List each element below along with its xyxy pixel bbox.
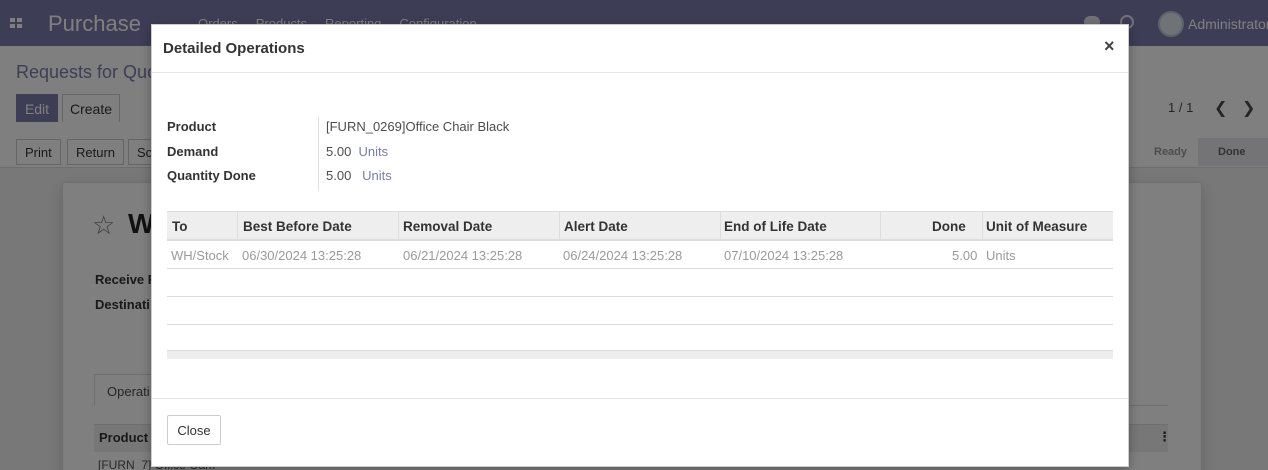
dialog-header: Detailed Operations × bbox=[152, 25, 1128, 73]
demand-uom: Units bbox=[358, 144, 389, 159]
quantity-done-qty[interactable]: 5.00 bbox=[326, 168, 351, 183]
col-unit-of-measure[interactable]: Unit of Measure bbox=[986, 219, 1087, 234]
field-separator bbox=[318, 117, 319, 191]
col-alert-date[interactable]: Alert Date bbox=[564, 219, 628, 234]
empty-table-row bbox=[167, 325, 1113, 351]
cell-removal-date[interactable]: 06/21/2024 13:25:28 bbox=[403, 248, 522, 263]
cell-best-before-date[interactable]: 06/30/2024 13:25:28 bbox=[242, 248, 361, 263]
col-best-before-date[interactable]: Best Before Date bbox=[243, 219, 352, 234]
cell-to[interactable]: WH/Stock bbox=[171, 248, 229, 263]
demand-quantity: 5.00 bbox=[326, 144, 352, 159]
detailed-operations-dialog: Detailed Operations × Product Demand Qua… bbox=[151, 24, 1129, 467]
column-divider bbox=[237, 212, 238, 240]
table-row[interactable]: WH/Stock 06/30/2024 13:25:28 06/21/2024 … bbox=[167, 241, 1113, 269]
column-divider bbox=[398, 212, 399, 240]
table-footer bbox=[167, 351, 1113, 359]
col-removal-date[interactable]: Removal Date bbox=[403, 219, 492, 234]
close-button[interactable]: Close bbox=[167, 415, 221, 445]
quantity-done-label: Quantity Done bbox=[167, 168, 256, 183]
col-done[interactable]: Done bbox=[932, 219, 966, 234]
cell-done[interactable]: 5.00 bbox=[952, 248, 977, 263]
column-divider bbox=[720, 212, 721, 240]
column-divider bbox=[880, 212, 881, 240]
cell-end-of-life-date[interactable]: 07/10/2024 13:25:28 bbox=[724, 248, 843, 263]
demand-value: 5.00 Units bbox=[326, 144, 388, 159]
column-divider bbox=[982, 212, 983, 240]
quantity-done-value: 5.00 Units bbox=[326, 168, 392, 183]
product-label: Product bbox=[167, 119, 217, 134]
empty-table-row bbox=[167, 297, 1113, 325]
dialog-footer: Close bbox=[152, 398, 1128, 466]
empty-table-row bbox=[167, 269, 1113, 297]
col-end-of-life-date[interactable]: End of Life Date bbox=[724, 219, 827, 234]
column-divider bbox=[559, 212, 560, 240]
table-header: To Best Before Date Removal Date Alert D… bbox=[167, 211, 1113, 241]
product-link[interactable]: [FURN_0269]Office Chair Black bbox=[326, 119, 509, 134]
dialog-title: Detailed Operations bbox=[163, 40, 305, 57]
cell-alert-date[interactable]: 06/24/2024 13:25:28 bbox=[563, 248, 682, 263]
quantity-done-uom: Units bbox=[362, 168, 392, 183]
cell-unit-of-measure[interactable]: Units bbox=[986, 248, 1016, 263]
col-to[interactable]: To bbox=[172, 219, 188, 234]
close-icon[interactable]: × bbox=[1104, 36, 1115, 57]
demand-label: Demand bbox=[167, 144, 219, 159]
